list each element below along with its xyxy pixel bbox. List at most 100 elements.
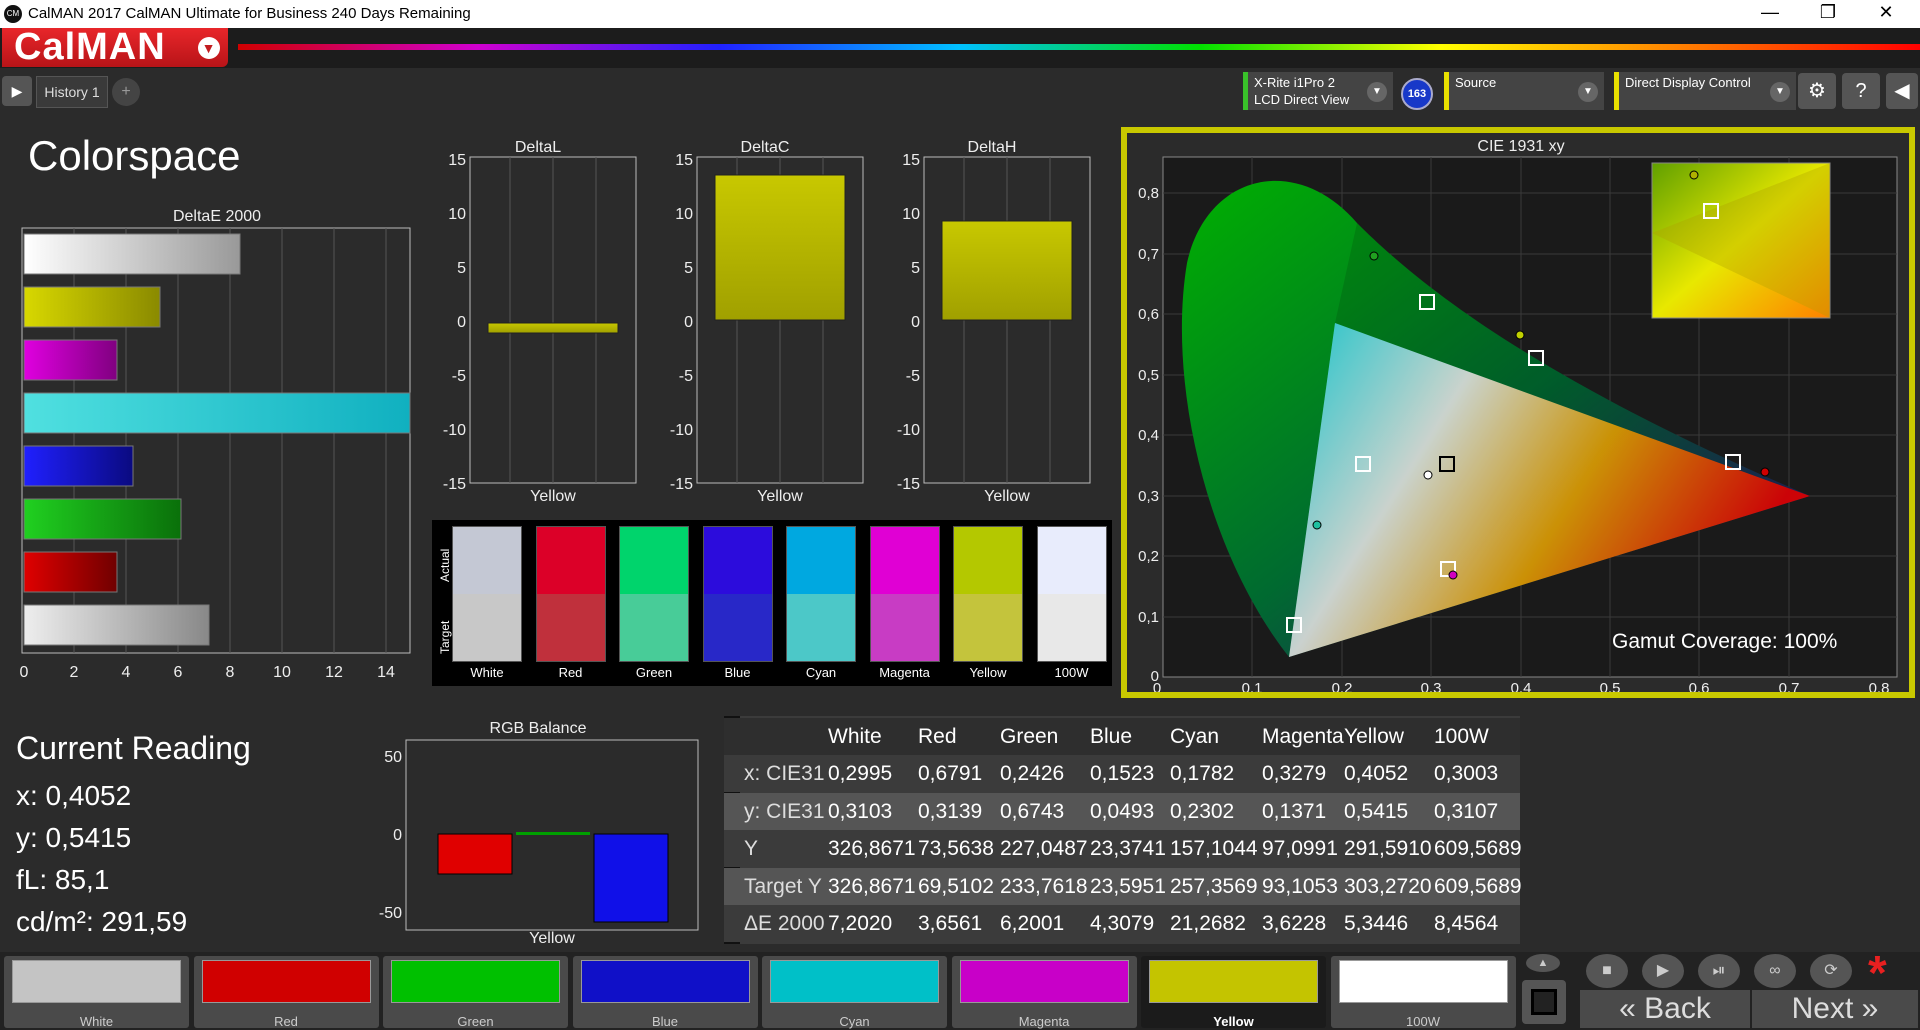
deltae-tick: 14: [377, 664, 395, 681]
cie-y-tick: 0,4: [1138, 427, 1159, 444]
next-button[interactable]: Next »: [1752, 990, 1918, 1028]
rgb-balance-chart: RGB Balance 50 0 -50 Yellow: [379, 720, 699, 947]
delta-tick: 15: [902, 152, 920, 169]
patch-button-yellow[interactable]: Yellow: [1141, 956, 1326, 1029]
swatch-red: [535, 526, 606, 662]
patch-color: [12, 960, 181, 1003]
delta-tick: -15: [443, 476, 466, 493]
step-icon[interactable]: ⏯: [1698, 954, 1740, 988]
play-icon[interactable]: ▶: [2, 76, 32, 106]
swatch-magenta: [869, 526, 940, 662]
table-cell: 0,3139: [918, 799, 983, 823]
swatch-actual: [703, 527, 772, 594]
delta-tick: -15: [670, 476, 693, 493]
deltae-bar-yellow: [23, 286, 161, 328]
table-cell: 609,5689: [1434, 874, 1522, 898]
swatch-target: [536, 594, 605, 661]
patch-color: [770, 960, 939, 1003]
cie-x-tick: 0,7: [1779, 680, 1800, 692]
delta-tick: -5: [679, 368, 693, 385]
table-row: Target Y 326,8671 69,5102 233,7618 23,5951 25…: [724, 867, 1522, 905]
current-reading-title: Current Reading: [16, 730, 251, 766]
source-selector[interactable]: Source ▼: [1444, 72, 1604, 110]
patch-button-green[interactable]: Green: [383, 956, 568, 1029]
deltae-bar-white: [23, 233, 241, 275]
back-button[interactable]: « Back: [1580, 990, 1750, 1028]
cie-x-tick: 0,1: [1242, 680, 1263, 692]
rgb-bar-green: [516, 832, 590, 835]
row-label: Y: [744, 837, 759, 860]
swatch-target: [787, 594, 855, 661]
stop-icon[interactable]: ■: [1586, 954, 1628, 988]
patch-button-cyan[interactable]: Cyan: [762, 956, 947, 1029]
restore-button[interactable]: ❐: [1808, 2, 1848, 23]
patch-label: Red: [274, 1014, 298, 1029]
patch-button-100w[interactable]: 100W: [1330, 956, 1516, 1029]
chevron-down-icon: ▼: [1578, 82, 1598, 102]
delta-tick: 5: [911, 260, 920, 277]
meter-badge[interactable]: 163: [1401, 78, 1433, 110]
meter-selector[interactable]: X-Rite i1Pro 2 LCD Direct View ▼: [1243, 72, 1393, 110]
patch-color: [580, 960, 750, 1003]
cie-y-tick: 0: [1151, 668, 1159, 685]
delta-tick: 5: [457, 260, 466, 277]
loop-icon[interactable]: ∞: [1754, 954, 1796, 988]
cie-y-tick: 0,8: [1138, 185, 1159, 202]
close-button[interactable]: ✕: [1866, 2, 1906, 23]
play-icon[interactable]: ▶: [1642, 954, 1684, 988]
source-label: Source: [1455, 75, 1497, 90]
patch-button-magenta[interactable]: Magenta: [951, 956, 1137, 1029]
swatch-blue: [702, 526, 773, 662]
swatch-actual: [870, 527, 939, 594]
deltal-xlabel: Yellow: [530, 488, 576, 505]
cie-x-tick: 0,5: [1600, 680, 1621, 692]
table-row: x: CIE31 0,2995 0,6791 0,2426 0,1523 0,1782 0,…: [724, 755, 1520, 792]
logo-text: CalMAN: [14, 26, 166, 68]
row-label: Target Y: [744, 874, 822, 898]
cie-x-tick: 0,8: [1869, 680, 1890, 692]
stop-button[interactable]: [1522, 980, 1566, 1024]
table-cell: 3,6228: [1262, 912, 1327, 935]
deltac-bar: [714, 174, 846, 321]
chevron-down-icon: ▼: [1367, 82, 1387, 102]
table-cell: 97,0991: [1262, 837, 1338, 860]
minimize-button[interactable]: —: [1750, 2, 1790, 23]
delta-tick: -10: [443, 422, 466, 439]
deltae-tick: 8: [226, 664, 235, 681]
table-cell: 0,1782: [1170, 762, 1235, 785]
collapse-icon[interactable]: ◀: [1886, 73, 1918, 109]
cie-y-tick: 0,1: [1138, 609, 1159, 626]
gear-icon[interactable]: ⚙: [1798, 73, 1836, 109]
display-selector[interactable]: Direct Display Control ▼: [1614, 72, 1796, 110]
deltal-title: DeltaL: [515, 139, 561, 156]
back-arrow-icon: «: [1619, 992, 1636, 1025]
deltal-bar: [487, 322, 619, 334]
table-cell: 227,0487: [1000, 837, 1088, 860]
patch-label: 100W: [1406, 1014, 1440, 1029]
swatch-actual: [1037, 527, 1106, 594]
delta-tick: 15: [675, 152, 693, 169]
cie-x-tick: 0,2: [1332, 680, 1353, 692]
swatch-cyan: [786, 526, 856, 662]
swatch-target: [453, 594, 521, 661]
patch-button-blue[interactable]: Blue: [572, 956, 758, 1029]
refresh-icon[interactable]: ⟳: [1810, 954, 1852, 988]
patch-button-white[interactable]: White: [4, 956, 189, 1029]
table-cell: 157,1044: [1170, 837, 1258, 860]
table-cell: 609,5689: [1434, 837, 1522, 860]
help-icon[interactable]: ?: [1842, 73, 1880, 109]
patch-button-red[interactable]: Red: [193, 956, 379, 1029]
deltae-chart-title: DeltaE 2000: [172, 208, 262, 225]
deltae-tick: 10: [273, 664, 291, 681]
reading-fl: fL: 85,1: [16, 864, 110, 895]
table-cell: 69,5102: [918, 874, 994, 898]
col-header: Red: [918, 725, 957, 748]
swatch-white: [452, 526, 522, 662]
add-tab-button[interactable]: +: [112, 78, 140, 106]
up-icon[interactable]: ▲: [1526, 954, 1560, 972]
deltae-chart: 0 2 4 6 8 10 12 14: [20, 227, 411, 681]
deltae-tick: 6: [174, 664, 183, 681]
tab-history-1[interactable]: History 1: [36, 76, 108, 108]
rgb-bar-red: [437, 833, 513, 875]
calman-logo-menu[interactable]: CalMAN ▼: [2, 28, 228, 67]
